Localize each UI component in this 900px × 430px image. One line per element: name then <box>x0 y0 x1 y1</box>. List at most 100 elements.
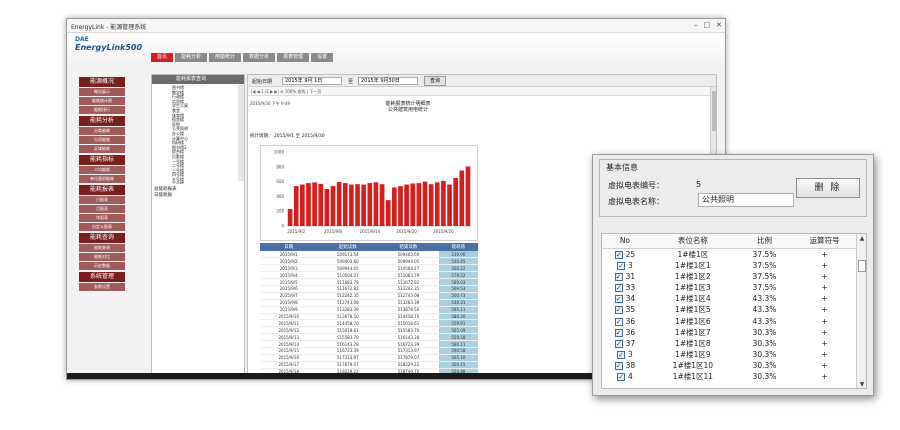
minimize-icon[interactable]: – <box>694 21 698 29</box>
list-item[interactable]: ✓ 38 1#楼1区10 30.3% + <box>602 360 858 371</box>
table-cell: 560.22 <box>438 264 478 273</box>
logo-mark: DAE <box>75 36 89 43</box>
query-button[interactable]: 查询 <box>424 76 446 86</box>
chart-bar <box>459 170 465 226</box>
tree-node[interactable]: 六号楼 <box>172 182 244 184</box>
column-header[interactable]: 日期 <box>260 243 318 251</box>
meter-list-scrollbar[interactable]: ▲ ▼ <box>856 234 866 388</box>
period-label: 统计周期： <box>250 134 273 139</box>
list-item[interactable]: ✓ 35 1#楼1区5 43.3% + <box>602 304 858 315</box>
checkbox[interactable]: ✓ <box>614 272 623 281</box>
chart-bar <box>367 183 373 226</box>
list-item[interactable]: ✓ 33 1#楼1区3 37.5% + <box>602 282 858 293</box>
scroll-thumb[interactable] <box>858 260 866 272</box>
list-item[interactable]: ✓ 4 1#楼1区11 30.3% + <box>602 371 858 382</box>
maximize-icon[interactable]: □ <box>704 21 711 29</box>
sidebar-item[interactable]: 自定义报表 <box>79 223 125 231</box>
list-item[interactable]: ✓ 36 1#楼1区6 43.3% + <box>602 315 858 326</box>
list-cell: + <box>821 338 828 348</box>
sidebar-item[interactable]: 区域能耗 <box>79 145 125 153</box>
checkbox[interactable]: ✓ <box>617 373 626 382</box>
sidebar-item[interactable]: 能耗查询 <box>79 244 125 252</box>
checkbox[interactable]: ✓ <box>617 261 626 270</box>
list-column-header[interactable]: 表位名称 <box>647 234 738 249</box>
list-item[interactable]: ✓ 3 1#楼1区1 37.5% + <box>602 260 858 271</box>
sidebar-section-header[interactable]: 能耗指标 <box>79 155 125 165</box>
table-cell: 2015/9/7 <box>260 292 318 300</box>
checkbox[interactable]: ✓ <box>614 339 623 348</box>
checkbox[interactable]: ✓ <box>614 295 623 304</box>
sidebar-item[interactable]: 能耗对比 <box>79 253 125 261</box>
list-header-row: No 表位名称 比例 运算符号 <box>602 234 858 249</box>
checkbox[interactable]: ✓ <box>614 362 623 371</box>
chart-bar <box>349 184 354 226</box>
sidebar-item[interactable]: 历史数据 <box>79 262 125 270</box>
checkbox[interactable]: ✓ <box>614 306 623 315</box>
nav-tab[interactable]: 用能统计 <box>209 53 242 62</box>
report-timestamp: 2015/9/30 下午 9:49 <box>250 101 291 106</box>
scroll-up-icon[interactable]: ▲ <box>857 234 866 244</box>
chart-bar <box>416 183 422 226</box>
list-cell-no: ✓ 37 <box>602 338 648 349</box>
list-cell: 1#楼1区8 <box>675 338 711 348</box>
nav-tab[interactable]: 报表管理 <box>277 53 310 62</box>
tree-sub-item[interactable]: 日能耗报 <box>152 193 244 199</box>
meter-name-input[interactable]: 公共照明 <box>698 193 794 207</box>
report-toolbar[interactable]: |◀ ◀ 1 /1 ▶ ▶| ⊕ 100% 查找 | 下一页 <box>248 87 716 96</box>
table-cell: 559.91 <box>438 319 478 328</box>
sidebar-item[interactable]: 月报表 <box>79 205 125 213</box>
report-scroll-thumb[interactable] <box>712 91 716 131</box>
list-item[interactable]: ✓ 37 1#楼1区8 30.3% + <box>602 338 858 349</box>
sidebar-section-header[interactable]: 系统管理 <box>79 272 125 282</box>
list-column-header[interactable]: No <box>602 234 648 249</box>
nav-tab[interactable]: 能耗分析 <box>175 53 208 62</box>
table-cell: 2015/9/12 <box>260 326 318 335</box>
table-row: 2015/9/4 510504.27 511083.79 579.52 <box>260 271 478 280</box>
list-cell: 1#楼1区5 <box>675 305 711 315</box>
sidebar-item[interactable]: 能耗排行 <box>79 106 125 114</box>
nav-tab[interactable]: 设置 <box>311 53 334 62</box>
checkbox[interactable]: ✓ <box>617 351 626 360</box>
sidebar-section-header[interactable]: 能耗分析 <box>79 116 125 126</box>
sidebar-item[interactable]: 概况展示 <box>79 88 125 96</box>
row-number: 4 <box>628 372 633 382</box>
sidebar-item[interactable]: 人均能耗 <box>79 166 125 174</box>
scroll-down-icon[interactable]: ▼ <box>857 380 866 388</box>
nav-tab[interactable]: 数据分析 <box>243 53 276 62</box>
checkbox[interactable]: ✓ <box>614 317 623 326</box>
checkbox[interactable]: ✓ <box>614 283 623 292</box>
sidebar-item[interactable]: 日报表 <box>79 196 125 204</box>
sidebar-item[interactable]: 单位面积能耗 <box>79 175 125 183</box>
list-cell: + <box>821 372 828 382</box>
sidebar-item[interactable]: 年报表 <box>79 214 125 222</box>
list-column-header[interactable]: 运算符号 <box>791 234 858 249</box>
sidebar-item[interactable]: 参数设置 <box>79 283 125 291</box>
column-header[interactable]: 起始读数 <box>317 243 379 251</box>
table-cell: 500.73 <box>438 292 478 300</box>
checkbox[interactable]: ✓ <box>614 328 623 337</box>
column-header[interactable]: 能耗值 <box>438 243 478 251</box>
tree-scrollbar[interactable] <box>238 85 244 181</box>
sidebar-item[interactable]: 分项能耗 <box>79 136 125 144</box>
nav-tab[interactable]: 首页 <box>151 53 174 62</box>
table-row: 2015/9/8 512743.08 513283.39 540.31 <box>260 299 478 307</box>
sidebar-section-header[interactable]: 能耗查询 <box>79 233 125 243</box>
table-cell: 516723.39 <box>378 340 439 348</box>
close-icon[interactable]: ✕ <box>716 21 722 29</box>
start-date-picker[interactable]: 2015年 9月 1日 <box>282 77 342 85</box>
list-item[interactable]: ✓ 36 1#楼1区7 30.3% + <box>602 327 858 338</box>
sidebar-section-header[interactable]: 能源概况 <box>79 77 125 87</box>
list-column-header[interactable]: 比例 <box>737 234 792 249</box>
checkbox[interactable]: ✓ <box>614 250 623 259</box>
delete-button[interactable]: 删 除 <box>796 178 860 198</box>
table-row: 2015/9/5 511083.79 511672.82 589.03 <box>260 278 478 286</box>
end-date-picker[interactable]: 2015年 9月30日 <box>358 77 418 85</box>
sidebar-item[interactable]: 分类能耗 <box>79 127 125 135</box>
sidebar-section-header[interactable]: 能耗报表 <box>79 185 125 195</box>
list-item[interactable]: ✓ 34 1#楼1区4 43.3% + <box>602 293 858 304</box>
list-item[interactable]: ✓ 25 1#楼1区 37.5% + <box>602 248 858 260</box>
list-item[interactable]: ✓ 31 1#楼1区2 37.5% + <box>602 271 858 282</box>
column-header[interactable]: 结束读数 <box>378 243 439 251</box>
list-item[interactable]: ✓ 3 1#楼1区9 30.3% + <box>602 349 858 360</box>
sidebar-item[interactable]: 能耗统计图 <box>79 97 125 105</box>
